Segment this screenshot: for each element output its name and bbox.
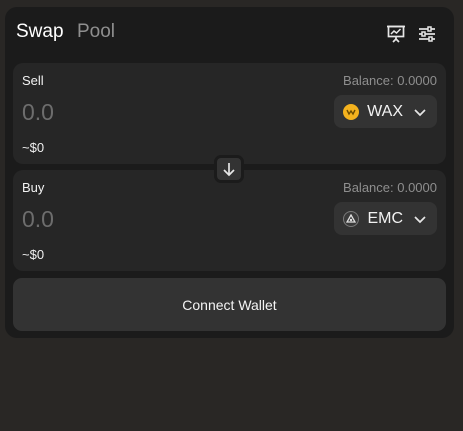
chart-button[interactable] — [385, 23, 407, 45]
chevron-down-icon — [414, 108, 426, 116]
sell-token-name: WAX — [367, 102, 403, 120]
sell-amount-input[interactable] — [22, 99, 272, 126]
chevron-down-icon — [414, 215, 426, 223]
buy-balance: Balance: 0.0000 — [343, 180, 437, 195]
sell-balance: Balance: 0.0000 — [343, 73, 437, 88]
arrow-down-icon — [223, 163, 235, 177]
buy-panel: Buy Balance: 0.0000 ~$0 EMC — [13, 170, 446, 271]
sell-usd-value: ~$0 — [22, 140, 45, 155]
buy-token-name: EMC — [367, 209, 403, 227]
card-header: Swap Pool — [5, 7, 454, 63]
switch-direction-button[interactable] — [214, 155, 244, 183]
tab-pool[interactable]: Pool — [77, 21, 115, 43]
sell-token-select[interactable]: WAX — [334, 95, 437, 128]
sell-label: Sell — [22, 73, 44, 88]
settings-sliders-icon — [419, 26, 435, 42]
wax-token-icon — [343, 103, 360, 120]
buy-usd-value: ~$0 — [22, 247, 45, 262]
tab-swap[interactable]: Swap — [16, 21, 64, 43]
sell-panel: Sell Balance: 0.0000 ~$0 WAX — [13, 63, 446, 164]
page: Swap Pool Sell Balance: 0.0000 0.0 ~$0 W… — [0, 0, 463, 431]
connect-wallet-button[interactable]: Connect Wallet — [13, 278, 446, 331]
chart-icon — [387, 25, 405, 43]
buy-label: Buy — [22, 180, 45, 195]
emc-token-icon — [343, 210, 360, 227]
buy-token-select[interactable]: EMC — [334, 202, 437, 235]
settings-button[interactable] — [416, 23, 438, 45]
swap-card: Swap Pool Sell Balance: 0.0000 0.0 ~$0 W… — [5, 7, 454, 338]
buy-amount-input[interactable] — [22, 206, 272, 233]
